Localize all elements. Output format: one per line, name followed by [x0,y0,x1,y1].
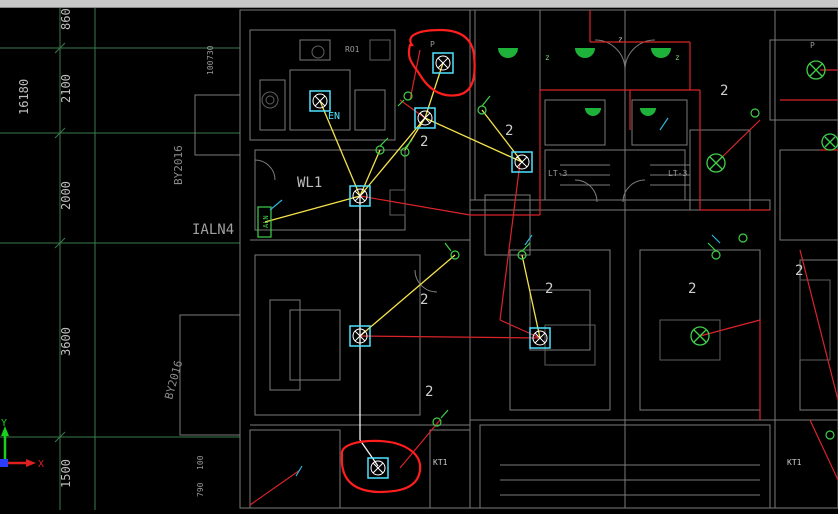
ucs-y-label: Y [1,418,7,429]
svg-text:P: P [430,40,435,49]
svg-text:z: z [675,53,680,62]
wall-tag-lower: BY2016 [162,359,185,401]
dim-1500: 1500 [59,459,73,488]
fixture-balcony-bottom[interactable] [367,457,389,479]
svg-text:KT1: KT1 [433,458,448,467]
svg-text:730: 730 [206,45,215,60]
fixture-bedroom[interactable] [529,327,551,349]
half-lamps [498,48,671,116]
left-small-dims: 730 100 790 100 [196,45,215,497]
svg-text:z: z [618,35,623,44]
fixture-living[interactable] [349,325,371,347]
svg-text:ALN: ALN [262,215,270,228]
svg-text:2: 2 [720,83,728,99]
building-walls [179,9,838,509]
svg-text:P: P [810,41,815,50]
ucs-icon: Y X [0,418,44,470]
furniture-outlines [261,39,831,366]
wall-tags: BY2016 BY2016 [162,145,185,401]
svg-text:100: 100 [206,60,215,75]
svg-text:2: 2 [505,123,513,139]
viewport-top-border [0,0,838,8]
cable-label: WL1 [297,175,322,191]
highlight-circle-top [407,28,476,97]
svg-text:KT1: KT1 [787,458,802,467]
cad-drawing-viewport[interactable]: 16180 2100 2000 3600 1500 860 RO1 P P z … [0,8,838,510]
svg-text:2: 2 [420,134,428,150]
svg-text:2: 2 [425,384,433,400]
dim-2100: 2100 [59,74,73,103]
fixture-dining[interactable] [349,185,371,207]
svg-text:790: 790 [196,482,205,497]
svg-text:2: 2 [795,263,803,279]
dim-top: 860 [59,8,73,30]
svg-text:2: 2 [688,281,696,297]
svg-text:2: 2 [420,292,428,308]
lamp-symbols-other [690,60,838,346]
fixture-corridor[interactable] [414,107,436,129]
wall-tag-upper: BY2016 [172,145,185,185]
highlight-circle-bottom [340,439,422,494]
dim-overall: 16180 [17,79,31,115]
dim-3600: 3600 [59,327,73,356]
ucs-x-label: X [38,459,44,470]
fixture-balcony-top[interactable] [432,52,454,74]
highlight-markup [340,28,476,494]
en-label: EN [328,111,340,122]
leader-arrows [269,117,721,477]
svg-text:LT-3: LT-3 [548,169,567,178]
distribution-panel[interactable]: ALN [257,206,272,238]
svg-text:LT-3: LT-3 [668,169,687,178]
dim-2000: 2000 [59,181,73,210]
fixture-kitchen[interactable] [309,90,331,112]
svg-text:2: 2 [545,281,553,297]
dimension-texts: 16180 2100 2000 3600 1500 860 [17,8,73,488]
svg-text:RO1: RO1 [345,45,360,54]
svg-text:100: 100 [196,455,205,470]
red-circuit-wires [249,10,838,506]
active-circuit-wires [264,62,541,467]
fixture-hall[interactable] [511,151,533,173]
svg-text:z: z [545,53,550,62]
panel-label: IALN4 [192,222,234,238]
